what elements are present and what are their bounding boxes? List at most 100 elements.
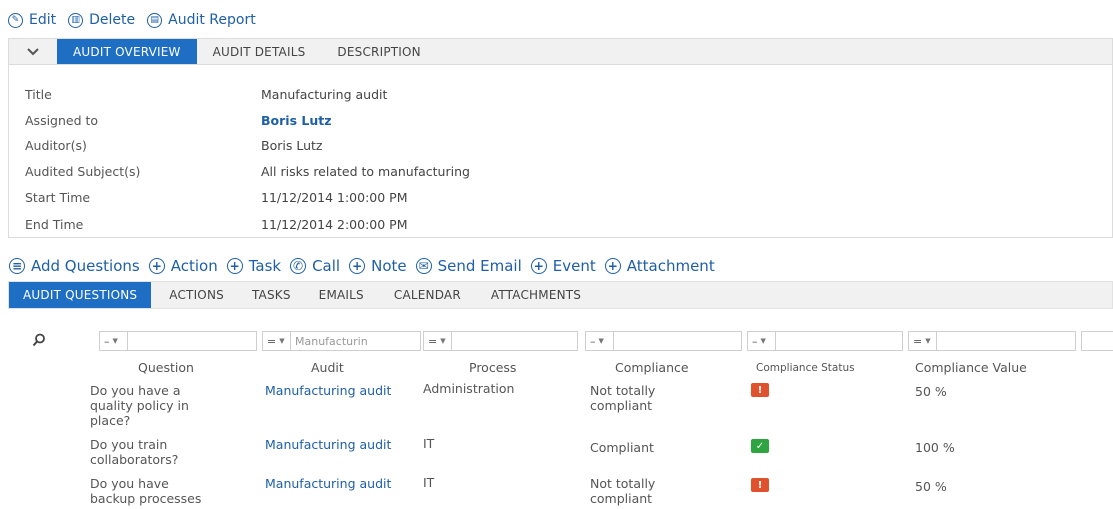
audit-report-button[interactable]: ▤ Audit Report (147, 12, 256, 28)
filter-value[interactable]: Manufacturin (291, 335, 368, 348)
warning-icon: ! (751, 478, 769, 492)
tab-actions[interactable]: ACTIONS (151, 282, 238, 308)
trash-icon: ▥ (68, 12, 84, 28)
field-start-time: Start Time 11/12/2014 1:00:00 PM (25, 187, 408, 207)
field-label: Start Time (25, 189, 91, 205)
tab-description[interactable]: DESCRIPTION (321, 39, 436, 64)
report-icon: ▤ (147, 12, 163, 28)
add-note-button[interactable]: + Note (349, 257, 407, 275)
field-value: Boris Lutz (261, 137, 323, 153)
cell-compliance-value: 50 % (915, 479, 947, 494)
phone-icon: ✆ (290, 258, 307, 274)
field-value: Manufacturing audit (261, 86, 388, 102)
overview-tabbar: AUDIT OVERVIEW AUDIT DETAILS DESCRIPTION (8, 38, 1113, 65)
action-label: Action (170, 257, 218, 275)
column-header-compliance-status[interactable]: Compliance Status (756, 362, 855, 374)
field-value: 11/12/2014 2:00:00 PM (261, 216, 408, 232)
audit-report-label: Audit Report (168, 12, 256, 28)
add-call-button[interactable]: ✆ Call (290, 257, 340, 275)
assigned-to-link[interactable]: Boris Lutz (261, 113, 331, 128)
filter-operator[interactable]: – ▼ (748, 332, 776, 350)
check-icon: ✓ (751, 439, 769, 453)
filter-compliance-status[interactable]: – ▼ (747, 331, 903, 351)
call-label: Call (312, 257, 341, 275)
chevron-down-icon (27, 47, 39, 55)
filter-question[interactable]: – ▼ (99, 331, 257, 351)
attachment-label: Attachment (626, 257, 715, 275)
tab-audit-details[interactable]: AUDIT DETAILS (197, 39, 322, 64)
add-attachment-button[interactable]: + Attachment (604, 257, 715, 275)
task-label: Task (248, 257, 282, 275)
field-end-time: End Time 11/12/2014 2:00:00 PM (25, 214, 408, 234)
field-label: Assigned to (25, 112, 99, 128)
edit-button[interactable]: ✎ Edit (8, 12, 56, 28)
add-questions-button[interactable]: ≡ Add Questions (9, 257, 140, 275)
filter-operator[interactable]: = ▼ (263, 332, 291, 350)
send-email-button[interactable]: ✉ Send Email (415, 257, 522, 275)
add-action-button[interactable]: + Action (148, 257, 218, 275)
field-title: Title Manufacturing audit (25, 84, 387, 104)
field-label: Title (25, 86, 52, 102)
filter-compliance-value[interactable]: = ▼ (908, 331, 1076, 351)
filter-operator[interactable]: = ▼ (424, 332, 452, 350)
edit-icon: ✎ (8, 12, 23, 28)
field-assigned-to: Assigned to Boris Lutz (25, 110, 331, 130)
cell-audit-link[interactable]: Manufacturing audit (265, 437, 395, 452)
cell-question: Do you train collaborators? (90, 437, 179, 467)
plus-icon: + (604, 258, 621, 274)
actions-toolbar: ≡ Add Questions + Action + Task ✆ Call +… (9, 256, 724, 276)
column-header-question[interactable]: Question (138, 360, 194, 375)
filter-extra[interactable] (1081, 331, 1113, 351)
add-task-button[interactable]: + Task (226, 257, 282, 275)
list-icon: ≡ (9, 258, 25, 274)
cell-compliance: Compliant (590, 440, 654, 455)
cell-question: Do you have a quality policy in place? (90, 383, 189, 428)
filter-audit[interactable]: = ▼ Manufacturin (262, 331, 421, 351)
add-event-button[interactable]: + Event (530, 257, 596, 275)
field-auditors: Auditor(s) Boris Lutz (25, 135, 322, 155)
add-questions-label: Add Questions (31, 257, 140, 275)
audit-overview-panel: Title Manufacturing audit Assigned to Bo… (8, 65, 1113, 238)
cell-compliance: Not totally compliant (590, 383, 656, 413)
tab-emails[interactable]: EMAILS (305, 282, 378, 308)
field-label: Auditor(s) (25, 137, 87, 153)
search-icon[interactable] (32, 333, 46, 347)
cell-compliance: Not totally compliant (590, 476, 656, 506)
delete-label: Delete (89, 12, 136, 28)
tab-audit-questions[interactable]: AUDIT QUESTIONS (9, 282, 152, 308)
record-toolbar: ✎ Edit ▥ Delete ▤ Audit Report (8, 9, 268, 31)
cell-question: Do you have backup processes (90, 476, 202, 506)
plus-icon: + (226, 258, 243, 274)
filter-operator[interactable]: = ▼ (909, 332, 937, 350)
cell-process: IT (423, 475, 435, 490)
field-value: 11/12/2014 1:00:00 PM (261, 189, 408, 205)
plus-icon: + (349, 258, 366, 274)
filter-operator[interactable]: – ▼ (586, 332, 614, 350)
column-header-compliance[interactable]: Compliance (615, 360, 689, 375)
delete-button[interactable]: ▥ Delete (68, 12, 135, 28)
collapse-toggle[interactable] (9, 39, 57, 64)
column-header-compliance-value[interactable]: Compliance Value (915, 360, 1027, 375)
cell-process: Administration (423, 381, 515, 396)
cell-audit-link[interactable]: Manufacturing audit (265, 476, 395, 491)
tab-audit-overview[interactable]: AUDIT OVERVIEW (57, 39, 197, 64)
column-header-audit[interactable]: Audit (311, 360, 344, 375)
field-value: All risks related to manufacturing (261, 163, 470, 179)
audit-questions-grid: – ▼ = ▼ Manufacturin = ▼ – ▼ – ▼ = ▼ Question … (8, 309, 1113, 509)
related-records-tabbar: AUDIT QUESTIONS ACTIONS TASKS EMAILS CAL… (8, 281, 1113, 309)
tab-tasks[interactable]: TASKS (238, 282, 305, 308)
filter-operator[interactable]: – ▼ (100, 332, 128, 350)
plus-icon: + (148, 258, 165, 274)
edit-label: Edit (29, 12, 57, 28)
field-label: End Time (25, 216, 84, 232)
filter-process[interactable]: = ▼ (423, 331, 578, 351)
tab-attachments[interactable]: ATTACHMENTS (477, 282, 595, 308)
tab-calendar[interactable]: CALENDAR (378, 282, 477, 308)
field-label: Audited Subject(s) (25, 163, 141, 179)
column-header-process[interactable]: Process (469, 360, 516, 375)
event-label: Event (552, 257, 596, 275)
cell-compliance-value: 100 % (915, 440, 955, 455)
cell-audit-link[interactable]: Manufacturing audit (265, 383, 395, 398)
plus-icon: + (530, 258, 547, 274)
filter-compliance[interactable]: – ▼ (585, 331, 742, 351)
